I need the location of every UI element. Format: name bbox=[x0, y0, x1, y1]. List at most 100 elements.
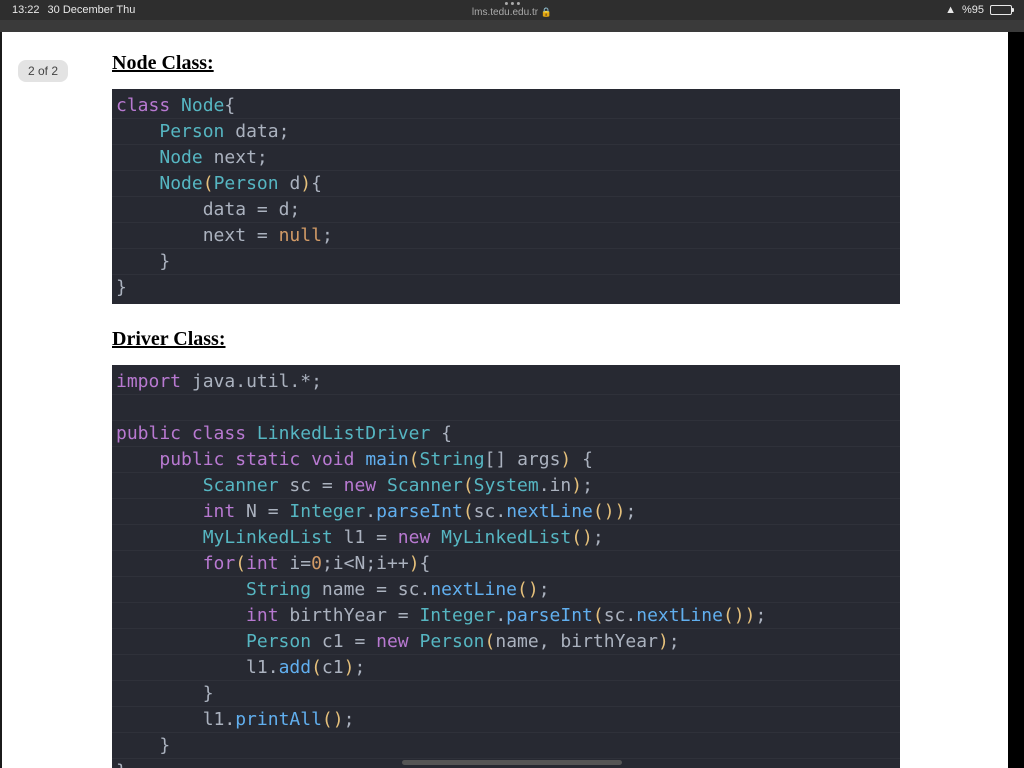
token-ident: in bbox=[550, 475, 572, 496]
token-type: Person bbox=[419, 631, 484, 652]
battery-percent: %95 bbox=[962, 4, 984, 16]
token-punct: ; bbox=[311, 371, 322, 392]
token-paren: ( bbox=[235, 553, 246, 574]
token-punct: = bbox=[376, 527, 387, 548]
token-punct: { bbox=[582, 449, 593, 470]
page-content[interactable]: 2 of 2 Node Class: class Node{ Person da… bbox=[0, 32, 1024, 768]
code-line bbox=[112, 395, 900, 421]
code-line: data = d; bbox=[112, 197, 900, 223]
token-punct: . bbox=[268, 657, 279, 678]
token-punct: ; bbox=[289, 199, 300, 220]
token-ident bbox=[116, 553, 203, 574]
token-ident bbox=[430, 423, 441, 444]
token-type: System bbox=[474, 475, 539, 496]
token-keyword: class bbox=[116, 95, 170, 116]
token-paren: ) bbox=[333, 709, 344, 730]
token-punct: } bbox=[159, 735, 170, 756]
token-punct: = bbox=[354, 631, 365, 652]
token-punct: ; bbox=[539, 579, 550, 600]
token-punct: * bbox=[300, 371, 311, 392]
token-punct: { bbox=[441, 423, 452, 444]
token-ident: util bbox=[246, 371, 289, 392]
lock-icon: 🔒 bbox=[541, 7, 552, 17]
token-punct: = bbox=[257, 225, 268, 246]
token-punct: . bbox=[419, 579, 430, 600]
code-line: } bbox=[112, 681, 900, 707]
code-line: public static void main(String[] args) { bbox=[112, 447, 900, 473]
token-punct: ; bbox=[322, 553, 333, 574]
token-const: null bbox=[279, 225, 322, 246]
token-ident: N bbox=[354, 553, 365, 574]
token-ident: java bbox=[181, 371, 235, 392]
token-ident: name bbox=[495, 631, 538, 652]
token-ident: d bbox=[289, 173, 300, 194]
browser-chrome-bg bbox=[0, 20, 1024, 32]
left-edge-shadow bbox=[0, 32, 2, 768]
home-indicator[interactable] bbox=[402, 760, 622, 765]
token-paren: ( bbox=[571, 527, 582, 548]
token-punct: = bbox=[257, 199, 268, 220]
token-punct: ; bbox=[625, 501, 636, 522]
token-punct: . bbox=[539, 475, 550, 496]
code-line: Person data; bbox=[112, 119, 900, 145]
token-keyword: public bbox=[116, 423, 181, 444]
token-ident: args bbox=[506, 449, 560, 470]
token-paren: ) bbox=[409, 553, 420, 574]
token-keyword: static bbox=[235, 449, 300, 470]
token-punct: ++ bbox=[387, 553, 409, 574]
token-ident: sc bbox=[387, 579, 420, 600]
token-paren: ) bbox=[745, 605, 756, 626]
token-paren: ) bbox=[734, 605, 745, 626]
token-type: Node bbox=[159, 173, 202, 194]
token-ident: data bbox=[235, 121, 278, 142]
token-type: Node bbox=[159, 147, 202, 168]
token-method: add bbox=[279, 657, 312, 678]
token-ident bbox=[116, 735, 159, 756]
token-punct: ; bbox=[322, 225, 333, 246]
code-line: Scanner sc = new Scanner(System.in); bbox=[112, 473, 900, 499]
token-paren: ( bbox=[203, 173, 214, 194]
code-line: l1.printAll(); bbox=[112, 707, 900, 733]
token-ident bbox=[354, 449, 365, 470]
heading-driver-class: Driver Class: bbox=[112, 328, 900, 351]
token-type: Scanner bbox=[387, 475, 463, 496]
token-type: Integer bbox=[289, 501, 365, 522]
token-paren: ( bbox=[485, 631, 496, 652]
token-ident bbox=[181, 423, 192, 444]
token-ident: i bbox=[279, 553, 301, 574]
token-paren: ) bbox=[571, 475, 582, 496]
status-time: 13:22 bbox=[12, 4, 40, 16]
token-paren: ) bbox=[582, 527, 593, 548]
code-line: import java.util.*; bbox=[112, 369, 900, 395]
token-ident: d bbox=[268, 199, 290, 220]
token-type: String bbox=[246, 579, 311, 600]
token-type: Scanner bbox=[203, 475, 279, 496]
token-ident bbox=[571, 449, 582, 470]
token-punct: ; bbox=[257, 147, 268, 168]
token-paren: ( bbox=[409, 449, 420, 470]
token-keyword: class bbox=[192, 423, 246, 444]
token-punct: ; bbox=[755, 605, 766, 626]
token-ident bbox=[116, 251, 159, 272]
token-method: nextLine bbox=[506, 501, 593, 522]
token-punct: { bbox=[224, 95, 235, 116]
token-ident: c1 bbox=[322, 657, 344, 678]
url-display[interactable]: lms.tedu.edu.tr 🔒 bbox=[472, 2, 552, 18]
code-line: } bbox=[112, 275, 900, 300]
token-punct: = bbox=[398, 605, 409, 626]
token-ident bbox=[430, 527, 441, 548]
token-keyword: int bbox=[246, 553, 279, 574]
token-ident bbox=[116, 173, 159, 194]
token-punct: . bbox=[625, 605, 636, 626]
token-ident bbox=[116, 121, 159, 142]
token-ident bbox=[279, 501, 290, 522]
status-left: 13:22 30 December Thu bbox=[12, 4, 135, 16]
code-line: Node next; bbox=[112, 145, 900, 171]
token-ident: sc bbox=[474, 501, 496, 522]
page-counter-badge: 2 of 2 bbox=[18, 60, 68, 82]
token-ident: sc bbox=[604, 605, 626, 626]
token-ident: birthYear bbox=[279, 605, 398, 626]
token-punct: = bbox=[322, 475, 333, 496]
token-keyword: import bbox=[116, 371, 181, 392]
token-punct: } bbox=[159, 251, 170, 272]
